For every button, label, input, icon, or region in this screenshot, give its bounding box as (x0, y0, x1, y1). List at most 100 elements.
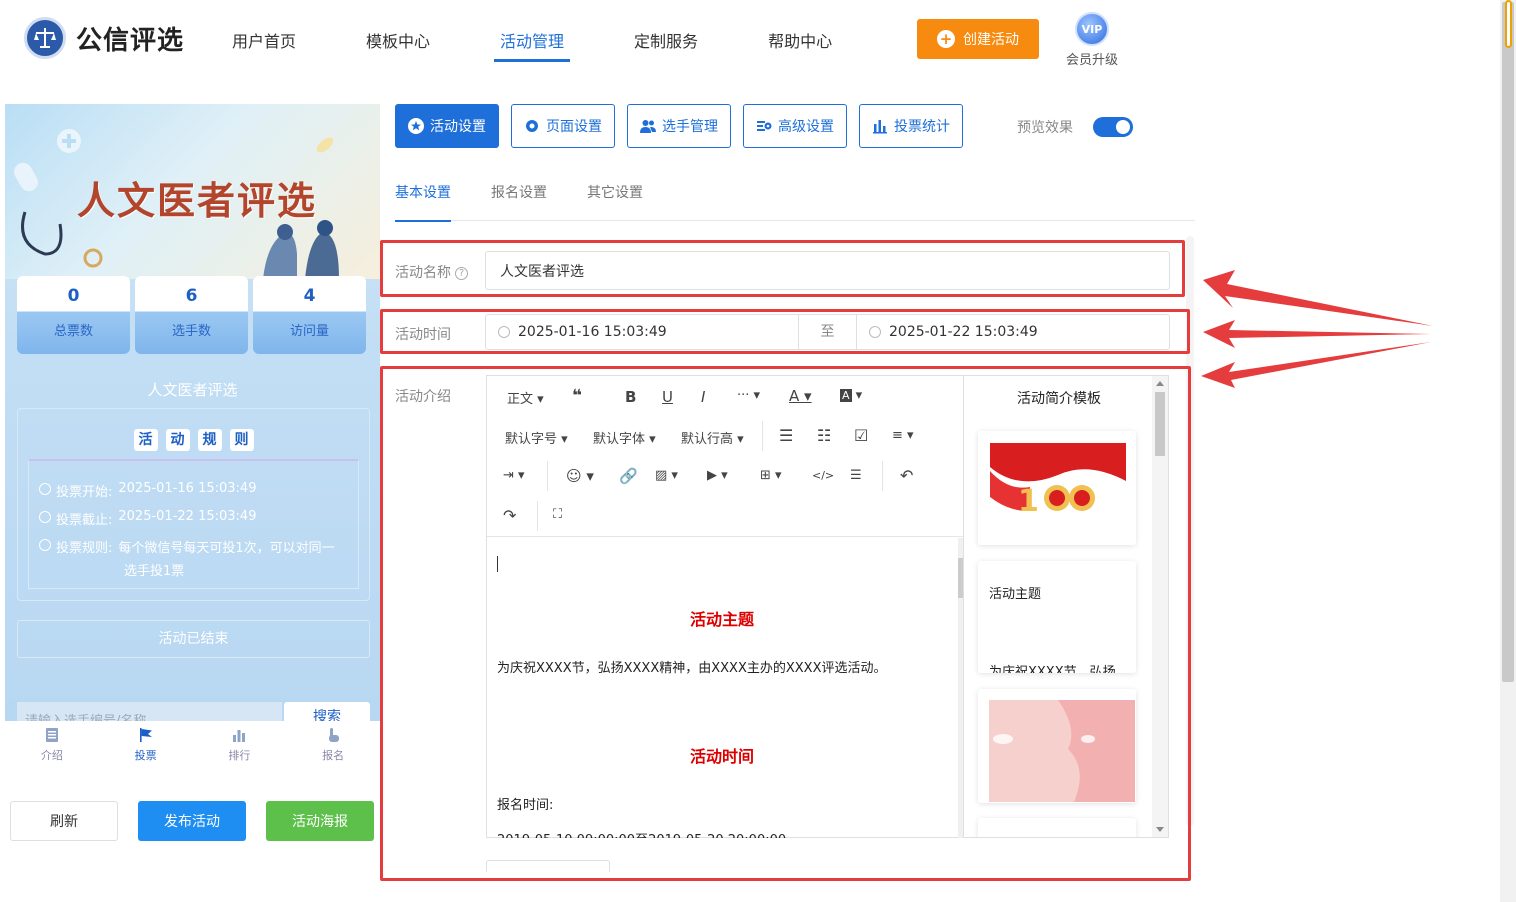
tab-vote[interactable]: 投票 (99, 721, 193, 771)
arrow-icon (1201, 342, 1431, 388)
time-end-input[interactable]: 2025-01-22 15:03:49 (857, 315, 1169, 349)
subtab-basic[interactable]: 基本设置 (395, 182, 451, 222)
annotation-arrows (1201, 270, 1433, 388)
activity-ended-status: 活动已结束 (17, 620, 370, 658)
editor-content[interactable]: 活动主题 为庆祝XXXX节，弘扬XXXX精神，由XXXX主办的XXXX评选活动。… (487, 538, 957, 838)
stat-value: 0 (67, 286, 80, 306)
bold-icon[interactable]: B (625, 388, 636, 406)
page-scrollbar[interactable] (1500, 0, 1516, 902)
tab-signup[interactable]: 报名 (286, 721, 380, 771)
nav-activity-manage[interactable]: 活动管理 (494, 28, 571, 62)
font-family-dropdown[interactable]: 默认字体 ▾ (593, 428, 656, 447)
plus-icon: + (937, 30, 955, 48)
next-field-input[interactable] (486, 860, 610, 872)
document-icon (45, 728, 58, 742)
template-card[interactable]: 1 (978, 431, 1136, 545)
scroll-up-icon[interactable] (1156, 381, 1164, 386)
preview-effect-label: 预览效果 (1017, 120, 1073, 136)
svg-text:1: 1 (1018, 484, 1039, 519)
divider-line-icon[interactable]: ☰ (850, 468, 862, 483)
bullet-list-icon[interactable]: ☰ (779, 426, 793, 445)
link-icon[interactable]: 🔗 (619, 467, 638, 485)
stat-label: 选手数 (171, 324, 211, 339)
preview-search: 请输入选手编号/名称 搜索 (17, 702, 370, 721)
template-card[interactable] (978, 689, 1136, 803)
activity-name-input[interactable]: 人文医者评选 (485, 251, 1170, 290)
rule-start: 投票开始: 2025-01-16 15:03:49 (39, 481, 256, 500)
code-icon[interactable]: </> (812, 469, 834, 482)
template-card[interactable] (978, 818, 1136, 837)
clock-icon (869, 326, 881, 338)
editor-scrollbar[interactable] (958, 538, 963, 838)
page-scrollbar-thumb[interactable] (1502, 2, 1514, 682)
arrow-icon (1203, 320, 1431, 348)
fullscreen-icon[interactable]: ⛶ (553, 507, 562, 522)
clock-icon (498, 326, 510, 338)
contestant-manage-button[interactable]: 选手管理 (627, 104, 731, 148)
stat-contestants: 6 选手数 (135, 276, 248, 354)
template-card-text: 为庆祝XXXX节，弘扬 (989, 665, 1116, 673)
nav-templates[interactable]: 模板中心 (366, 28, 430, 62)
template-scrollbar-thumb[interactable] (1155, 392, 1165, 456)
rule-start-value: 2025-01-16 15:03:49 (118, 481, 257, 496)
preview-effect-switch[interactable] (1093, 117, 1133, 137)
image-icon[interactable]: ▨ ▾ (655, 468, 678, 483)
font-size-dropdown[interactable]: 默认字号 ▾ (505, 428, 568, 447)
template-scrollbar[interactable] (1152, 376, 1168, 837)
emoji-icon[interactable]: ☺ ▾ (566, 467, 594, 485)
vote-stats-button[interactable]: 投票统计 (859, 104, 963, 148)
nav-home[interactable]: 用户首页 (232, 28, 296, 62)
contestant-search-button[interactable]: 搜索 (284, 702, 370, 721)
font-color-icon[interactable]: A ▾ (789, 387, 812, 405)
page-settings-button[interactable]: 页面设置 (511, 104, 615, 148)
quote-icon[interactable]: ❝ (572, 386, 582, 406)
paragraph-format-dropdown[interactable]: 正文 ▾ (507, 388, 544, 407)
rules-title-char: 活 (133, 429, 158, 451)
preview-tabbar: 介绍 投票 排行 报名 (5, 721, 380, 771)
vip-upgrade[interactable]: VIP 会员升级 (1062, 12, 1122, 68)
nav-custom-service[interactable]: 定制服务 (634, 28, 698, 62)
contestant-search-input[interactable]: 请输入选手编号/名称 (17, 702, 282, 721)
table-icon[interactable]: ⊞ ▾ (760, 468, 782, 483)
undo-icon[interactable]: ↶ (900, 466, 913, 485)
help-icon[interactable]: ? (455, 267, 468, 280)
line-height-dropdown[interactable]: 默认行高 ▾ (681, 428, 744, 447)
underline-icon[interactable]: U (662, 388, 673, 406)
nav-help[interactable]: 帮助中心 (768, 28, 832, 62)
activity-settings-button[interactable]: 活动设置 (395, 104, 499, 148)
template-card[interactable]: 活动主题 为庆祝XXXX节，弘扬 (978, 561, 1136, 673)
stat-value: 6 (185, 286, 198, 306)
advanced-settings-button[interactable]: 高级设置 (743, 104, 847, 148)
subtab-other[interactable]: 其它设置 (587, 182, 643, 221)
brand-logo[interactable]: 公信评选 (24, 17, 184, 59)
redo-icon[interactable]: ↷ (503, 506, 516, 525)
activity-poster-button[interactable]: 活动海报 (266, 801, 374, 841)
rule-text-label: 投票规则: (56, 541, 113, 556)
background-color-icon[interactable]: A ▾ (840, 388, 862, 403)
indent-icon[interactable]: ⇥ ▾ (503, 468, 525, 483)
create-activity-label: 创建活动 (963, 32, 1019, 48)
numbered-list-icon[interactable]: ☷ (817, 426, 831, 445)
tab-rank[interactable]: 排行 (193, 721, 287, 771)
editor-toolbar: 正文 ▾ ❝ B U I ··· ▾ A ▾ A ▾ 默认字号 ▾ 默认字体 ▾… (487, 376, 963, 537)
content-paragraph: 为庆祝XXXX节，弘扬XXXX精神，由XXXX主办的XXXX评选活动。 (497, 661, 887, 676)
checklist-icon[interactable]: ☑ (854, 426, 868, 445)
activity-time-range: 2025-01-16 15:03:49 至 2025-01-22 15:03:4… (485, 314, 1170, 350)
align-icon[interactable]: ≡ ▾ (892, 428, 914, 443)
star-icon (408, 118, 424, 134)
text-cursor (497, 556, 498, 572)
italic-icon[interactable]: I (701, 388, 705, 406)
subtab-signup[interactable]: 报名设置 (491, 182, 547, 221)
stats-row: 0 总票数 6 选手数 4 访问量 (17, 276, 371, 354)
stat-value: 4 (303, 286, 316, 306)
scroll-down-icon[interactable] (1156, 827, 1164, 832)
time-start-input[interactable]: 2025-01-16 15:03:49 (486, 315, 799, 349)
more-icon[interactable]: ··· ▾ (737, 388, 760, 403)
video-icon[interactable]: ▶ ▾ (707, 468, 728, 483)
create-activity-button[interactable]: + 创建活动 (917, 19, 1039, 59)
scroll-indicator (1505, 0, 1512, 48)
flag-icon (139, 728, 152, 742)
refresh-button[interactable]: 刷新 (10, 801, 118, 841)
tab-intro[interactable]: 介绍 (5, 721, 99, 771)
publish-activity-button[interactable]: 发布活动 (138, 801, 246, 841)
